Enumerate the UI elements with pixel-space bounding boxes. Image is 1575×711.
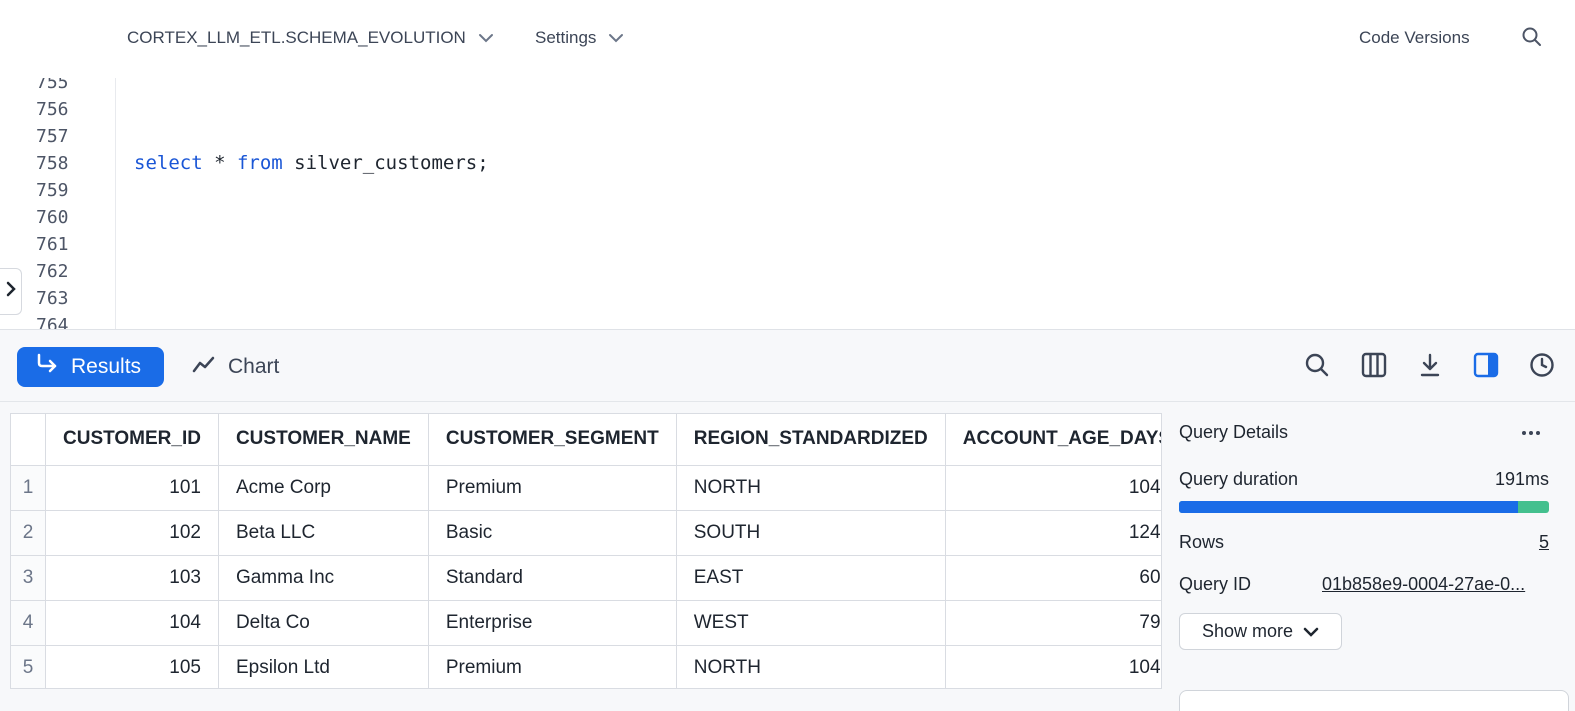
query-duration-bar xyxy=(1179,501,1549,513)
cell-region[interactable]: NORTH xyxy=(676,465,946,511)
results-table[interactable]: CUSTOMER_ID CUSTOMER_NAME CUSTOMER_SEGME… xyxy=(10,413,1162,689)
show-more-button[interactable]: Show more xyxy=(1179,613,1342,650)
settings-label: Settings xyxy=(535,28,597,47)
code-editor[interactable]: 755 756 757 758 759 760 761 762 763 764 … xyxy=(0,78,1575,329)
chart-tab-label: Chart xyxy=(228,355,280,378)
cell-customer-segment[interactable]: Premium xyxy=(428,645,677,688)
table-row[interactable]: 5 105 Epsilon Ltd Premium NORTH 1046 xyxy=(11,645,1161,688)
sql-text: * xyxy=(202,152,237,174)
row-number: 1 xyxy=(11,465,46,511)
cell-customer-name[interactable]: Epsilon Ltd xyxy=(218,645,429,688)
history-clock-icon[interactable] xyxy=(1528,351,1556,379)
row-number: 2 xyxy=(11,510,46,556)
cell-customer-id[interactable]: 102 xyxy=(45,510,219,556)
line-number: 763 xyxy=(36,288,69,309)
table-row[interactable]: 4 104 Delta Co Enterprise WEST 796 xyxy=(11,600,1161,646)
database-schema-selector[interactable]: CORTEX_LLM_ETL.SCHEMA_EVOLUTION xyxy=(127,28,494,48)
rows-count-link[interactable]: 5 xyxy=(1539,532,1549,553)
query-duration-bar-fill xyxy=(1179,501,1518,513)
cell-customer-id[interactable]: 104 xyxy=(45,600,219,646)
cell-region[interactable]: NORTH xyxy=(676,645,946,688)
rows-label: Rows xyxy=(1179,532,1225,552)
split-view-icon[interactable] xyxy=(1472,351,1500,379)
download-icon[interactable] xyxy=(1416,351,1444,379)
cell-region[interactable]: SOUTH xyxy=(676,510,946,556)
line-number: 758 xyxy=(36,153,69,174)
cell-account-age[interactable]: 606 xyxy=(945,555,1161,601)
code-versions-button[interactable]: Code Versions xyxy=(1359,28,1470,48)
cell-customer-segment[interactable]: Standard xyxy=(428,555,677,601)
cell-account-age[interactable]: 1246 xyxy=(945,510,1161,556)
column-header[interactable]: REGION_STANDARDIZED xyxy=(676,414,946,466)
cell-customer-name[interactable]: Beta LLC xyxy=(218,510,429,556)
query-id-link[interactable]: 01b858e9-0004-27ae-0... xyxy=(1322,574,1552,595)
column-header[interactable]: CUSTOMER_SEGMENT xyxy=(428,414,677,466)
line-number: 756 xyxy=(36,99,69,120)
settings-dropdown[interactable]: Settings xyxy=(535,28,624,48)
results-tab-label: Results xyxy=(71,355,142,378)
cell-customer-name[interactable]: Delta Co xyxy=(218,600,429,646)
line-number: 762 xyxy=(36,261,69,282)
show-more-label: Show more xyxy=(1201,621,1294,641)
row-number: 4 xyxy=(11,600,46,646)
column-header[interactable]: CUSTOMER_NAME xyxy=(218,414,429,466)
table-row[interactable]: 3 103 Gamma Inc Standard EAST 606 xyxy=(11,555,1161,601)
chevron-right-icon xyxy=(6,281,16,302)
row-number: 5 xyxy=(11,645,46,688)
chevron-down-icon xyxy=(478,33,494,43)
cell-customer-name[interactable]: Acme Corp xyxy=(218,465,429,511)
query-id-label: Query ID xyxy=(1179,574,1252,594)
chart-tab[interactable]: Chart xyxy=(192,347,279,387)
column-header[interactable]: CUSTOMER_ID xyxy=(45,414,219,466)
search-results-icon[interactable] xyxy=(1303,351,1331,379)
cell-account-age[interactable]: 1046 xyxy=(945,645,1161,688)
sql-keyword: select xyxy=(134,152,203,174)
expand-sidebar-button[interactable] xyxy=(0,268,22,315)
cell-account-age[interactable]: 796 xyxy=(945,600,1161,646)
cell-customer-id[interactable]: 103 xyxy=(45,555,219,601)
line-number: 764 xyxy=(36,315,69,329)
query-details-panel: Query Details Query duration 191ms Rows … xyxy=(1162,402,1575,711)
cell-customer-id[interactable]: 101 xyxy=(45,465,219,511)
more-options-icon[interactable] xyxy=(1519,421,1543,450)
cell-customer-segment[interactable]: Premium xyxy=(428,465,677,511)
row-number-header xyxy=(11,414,46,466)
gutter-divider xyxy=(115,78,116,329)
return-arrow-icon xyxy=(35,353,59,381)
cell-customer-name[interactable]: Gamma Inc xyxy=(218,555,429,601)
query-details-title: Query Details xyxy=(1179,422,1289,442)
cell-customer-id[interactable]: 105 xyxy=(45,645,219,688)
search-icon[interactable] xyxy=(1521,26,1543,53)
line-number: 759 xyxy=(36,180,69,201)
columns-icon[interactable] xyxy=(1360,351,1388,379)
table-row[interactable]: 1 101 Acme Corp Premium NORTH 1046 xyxy=(11,465,1161,511)
chevron-down-icon xyxy=(608,33,624,43)
query-duration-label: Query duration xyxy=(1179,469,1299,489)
chevron-down-icon xyxy=(1303,621,1319,642)
cell-account-age[interactable]: 1046 xyxy=(945,465,1161,511)
details-card xyxy=(1179,690,1569,711)
table-header-row: CUSTOMER_ID CUSTOMER_NAME CUSTOMER_SEGME… xyxy=(11,414,1161,466)
query-duration-value: 191ms xyxy=(1494,469,1549,489)
cell-region[interactable]: EAST xyxy=(676,555,946,601)
results-panel: Results Chart CUSTOMER_ID CUSTOMER_NAME … xyxy=(0,329,1575,711)
line-number: 761 xyxy=(36,234,69,255)
code-line-sql[interactable]: select * from silver_customers; xyxy=(134,152,489,174)
results-tab[interactable]: Results xyxy=(17,347,164,387)
database-schema-label: CORTEX_LLM_ETL.SCHEMA_EVOLUTION xyxy=(127,28,466,47)
row-number: 3 xyxy=(11,555,46,601)
sql-keyword: from xyxy=(236,152,283,174)
cell-customer-segment[interactable]: Basic xyxy=(428,510,677,556)
cell-customer-segment[interactable]: Enterprise xyxy=(428,600,677,646)
line-chart-icon xyxy=(192,354,216,380)
line-number: 755 xyxy=(36,78,69,93)
line-number: 757 xyxy=(36,126,69,147)
top-bar: CORTEX_LLM_ETL.SCHEMA_EVOLUTION Settings… xyxy=(0,0,1575,78)
column-header[interactable]: ACCOUNT_AGE_DAYS xyxy=(945,414,1161,466)
line-number: 760 xyxy=(36,207,69,228)
cell-region[interactable]: WEST xyxy=(676,600,946,646)
table-row[interactable]: 2 102 Beta LLC Basic SOUTH 1246 xyxy=(11,510,1161,556)
sql-text: silver_customers; xyxy=(282,152,489,174)
